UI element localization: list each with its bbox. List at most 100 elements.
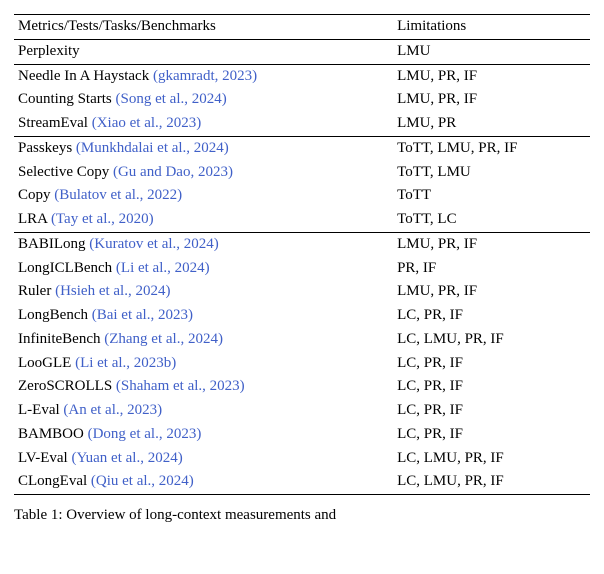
limitation-cell: LMU, PR, IF xyxy=(393,232,590,256)
limitation-cell: LC, PR, IF xyxy=(393,423,590,447)
table-row: Selective Copy (Gu and Dao, 2023)ToTT, L… xyxy=(14,161,590,185)
table-row: Counting Starts (Song et al., 2024)LMU, … xyxy=(14,88,590,112)
table-row: BABILong (Kuratov et al., 2024)LMU, PR, … xyxy=(14,232,590,256)
limitation-cell: PR, IF xyxy=(393,257,590,281)
table-row: CLongEval (Qiu et al., 2024)LC, LMU, PR,… xyxy=(14,470,590,494)
metric-cell: LRA (Tay et al., 2020) xyxy=(14,208,393,232)
limitation-cell: LC, LMU, PR, IF xyxy=(393,470,590,494)
col-header-limitations: Limitations xyxy=(393,15,590,40)
metric-name: Needle In A Haystack xyxy=(18,68,153,84)
limitation-cell: LMU, PR, IF xyxy=(393,280,590,304)
metric-cell: Perplexity xyxy=(14,39,393,64)
metric-cell: LooGLE (Li et al., 2023b) xyxy=(14,352,393,376)
metric-name: Ruler xyxy=(18,283,55,299)
table-row: L-Eval (An et al., 2023)LC, PR, IF xyxy=(14,399,590,423)
limitation-cell: ToTT, LMU xyxy=(393,161,590,185)
metric-name: CLongEval xyxy=(18,473,91,489)
table-row: Ruler (Hsieh et al., 2024)LMU, PR, IF xyxy=(14,280,590,304)
limitation-cell: LMU, PR, IF xyxy=(393,88,590,112)
table-row: LooGLE (Li et al., 2023b)LC, PR, IF xyxy=(14,352,590,376)
limitation-cell: LC, PR, IF xyxy=(393,375,590,399)
citation-link[interactable]: (Kuratov et al., 2024) xyxy=(89,236,219,252)
caption-text: Overview of long-context measurements an… xyxy=(63,507,337,523)
citation-link[interactable]: (gkamradt, 2023) xyxy=(153,68,257,84)
metric-cell: StreamEval (Xiao et al., 2023) xyxy=(14,112,393,136)
table-row: ZeroSCROLLS (Shaham et al., 2023)LC, PR,… xyxy=(14,375,590,399)
metric-cell: Needle In A Haystack (gkamradt, 2023) xyxy=(14,64,393,88)
table-row: LV-Eval (Yuan et al., 2024)LC, LMU, PR, … xyxy=(14,447,590,471)
citation-link[interactable]: (Bai et al., 2023) xyxy=(92,307,193,323)
citation-link[interactable]: (Dong et al., 2023) xyxy=(88,426,202,442)
citation-link[interactable]: (Yuan et al., 2024) xyxy=(71,450,182,466)
table-row: LongBench (Bai et al., 2023)LC, PR, IF xyxy=(14,304,590,328)
metric-name: Passkeys xyxy=(18,140,76,156)
metric-name: BABILong xyxy=(18,236,89,252)
table-row: Needle In A Haystack (gkamradt, 2023)LMU… xyxy=(14,64,590,88)
table-row: LRA (Tay et al., 2020)ToTT, LC xyxy=(14,208,590,232)
metric-name: ZeroSCROLLS xyxy=(18,378,116,394)
citation-link[interactable]: (Li et al., 2024) xyxy=(116,260,210,276)
table-row: Passkeys (Munkhdalai et al., 2024)ToTT, … xyxy=(14,136,590,160)
citation-link[interactable]: (Gu and Dao, 2023) xyxy=(113,164,233,180)
limitation-cell: LC, LMU, PR, IF xyxy=(393,447,590,471)
metric-cell: LV-Eval (Yuan et al., 2024) xyxy=(14,447,393,471)
citation-link[interactable]: (Bulatov et al., 2022) xyxy=(54,187,182,203)
metric-cell: LongICLBench (Li et al., 2024) xyxy=(14,257,393,281)
citation-link[interactable]: (Qiu et al., 2024) xyxy=(91,473,194,489)
citation-link[interactable]: (Tay et al., 2020) xyxy=(51,211,154,227)
metric-name: InfiniteBench xyxy=(18,331,104,347)
table-row: Perplexity LMU xyxy=(14,39,590,64)
metric-name: LongICLBench xyxy=(18,260,116,276)
metric-cell: Selective Copy (Gu and Dao, 2023) xyxy=(14,161,393,185)
citation-link[interactable]: (Song et al., 2024) xyxy=(116,91,227,107)
metric-cell: Passkeys (Munkhdalai et al., 2024) xyxy=(14,136,393,160)
metric-cell: LongBench (Bai et al., 2023) xyxy=(14,304,393,328)
caption-label: Table 1: xyxy=(14,507,63,523)
metric-name: LongBench xyxy=(18,307,92,323)
limitation-cell: LC, PR, IF xyxy=(393,304,590,328)
metric-name: Perplexity xyxy=(18,43,80,59)
metric-cell: Ruler (Hsieh et al., 2024) xyxy=(14,280,393,304)
limitation-cell: LC, PR, IF xyxy=(393,399,590,423)
table-row: StreamEval (Xiao et al., 2023)LMU, PR xyxy=(14,112,590,136)
metric-cell: CLongEval (Qiu et al., 2024) xyxy=(14,470,393,494)
limitation-cell: LC, PR, IF xyxy=(393,352,590,376)
citation-link[interactable]: (Shaham et al., 2023) xyxy=(116,378,245,394)
citation-link[interactable]: (Xiao et al., 2023) xyxy=(92,115,202,131)
limitation-cell: LMU, PR xyxy=(393,112,590,136)
metric-cell: InfiniteBench (Zhang et al., 2024) xyxy=(14,328,393,352)
table-row: Copy (Bulatov et al., 2022)ToTT xyxy=(14,184,590,208)
metric-cell: Copy (Bulatov et al., 2022) xyxy=(14,184,393,208)
metric-cell: ZeroSCROLLS (Shaham et al., 2023) xyxy=(14,375,393,399)
metric-name: BAMBOO xyxy=(18,426,88,442)
limitation-cell: LMU xyxy=(393,39,590,64)
table-caption: Table 1: Overview of long-context measur… xyxy=(14,507,590,524)
citation-link[interactable]: (Li et al., 2023b) xyxy=(75,355,176,371)
metric-name: StreamEval xyxy=(18,115,92,131)
limitation-cell: ToTT, LMU, PR, IF xyxy=(393,136,590,160)
metric-cell: L-Eval (An et al., 2023) xyxy=(14,399,393,423)
table-row: LongICLBench (Li et al., 2024)PR, IF xyxy=(14,257,590,281)
citation-link[interactable]: (Munkhdalai et al., 2024) xyxy=(76,140,229,156)
metric-name: LooGLE xyxy=(18,355,75,371)
metric-cell: Counting Starts (Song et al., 2024) xyxy=(14,88,393,112)
limitation-cell: ToTT xyxy=(393,184,590,208)
metric-cell: BAMBOO (Dong et al., 2023) xyxy=(14,423,393,447)
limitation-cell: LC, LMU, PR, IF xyxy=(393,328,590,352)
citation-link[interactable]: (Hsieh et al., 2024) xyxy=(55,283,170,299)
limitation-cell: LMU, PR, IF xyxy=(393,64,590,88)
benchmark-table: Metrics/Tests/Tasks/Benchmarks Limitatio… xyxy=(14,14,590,495)
citation-link[interactable]: (An et al., 2023) xyxy=(63,402,162,418)
limitation-cell: ToTT, LC xyxy=(393,208,590,232)
metric-name: L-Eval xyxy=(18,402,63,418)
metric-name: LV-Eval xyxy=(18,450,71,466)
citation-link[interactable]: (Zhang et al., 2024) xyxy=(104,331,223,347)
metric-cell: BABILong (Kuratov et al., 2024) xyxy=(14,232,393,256)
table-row: BAMBOO (Dong et al., 2023)LC, PR, IF xyxy=(14,423,590,447)
table-row: InfiniteBench (Zhang et al., 2024)LC, LM… xyxy=(14,328,590,352)
metric-name: Counting Starts xyxy=(18,91,116,107)
col-header-metrics: Metrics/Tests/Tasks/Benchmarks xyxy=(14,15,393,40)
table-header-row: Metrics/Tests/Tasks/Benchmarks Limitatio… xyxy=(14,15,590,40)
metric-name: LRA xyxy=(18,211,51,227)
metric-name: Copy xyxy=(18,187,54,203)
